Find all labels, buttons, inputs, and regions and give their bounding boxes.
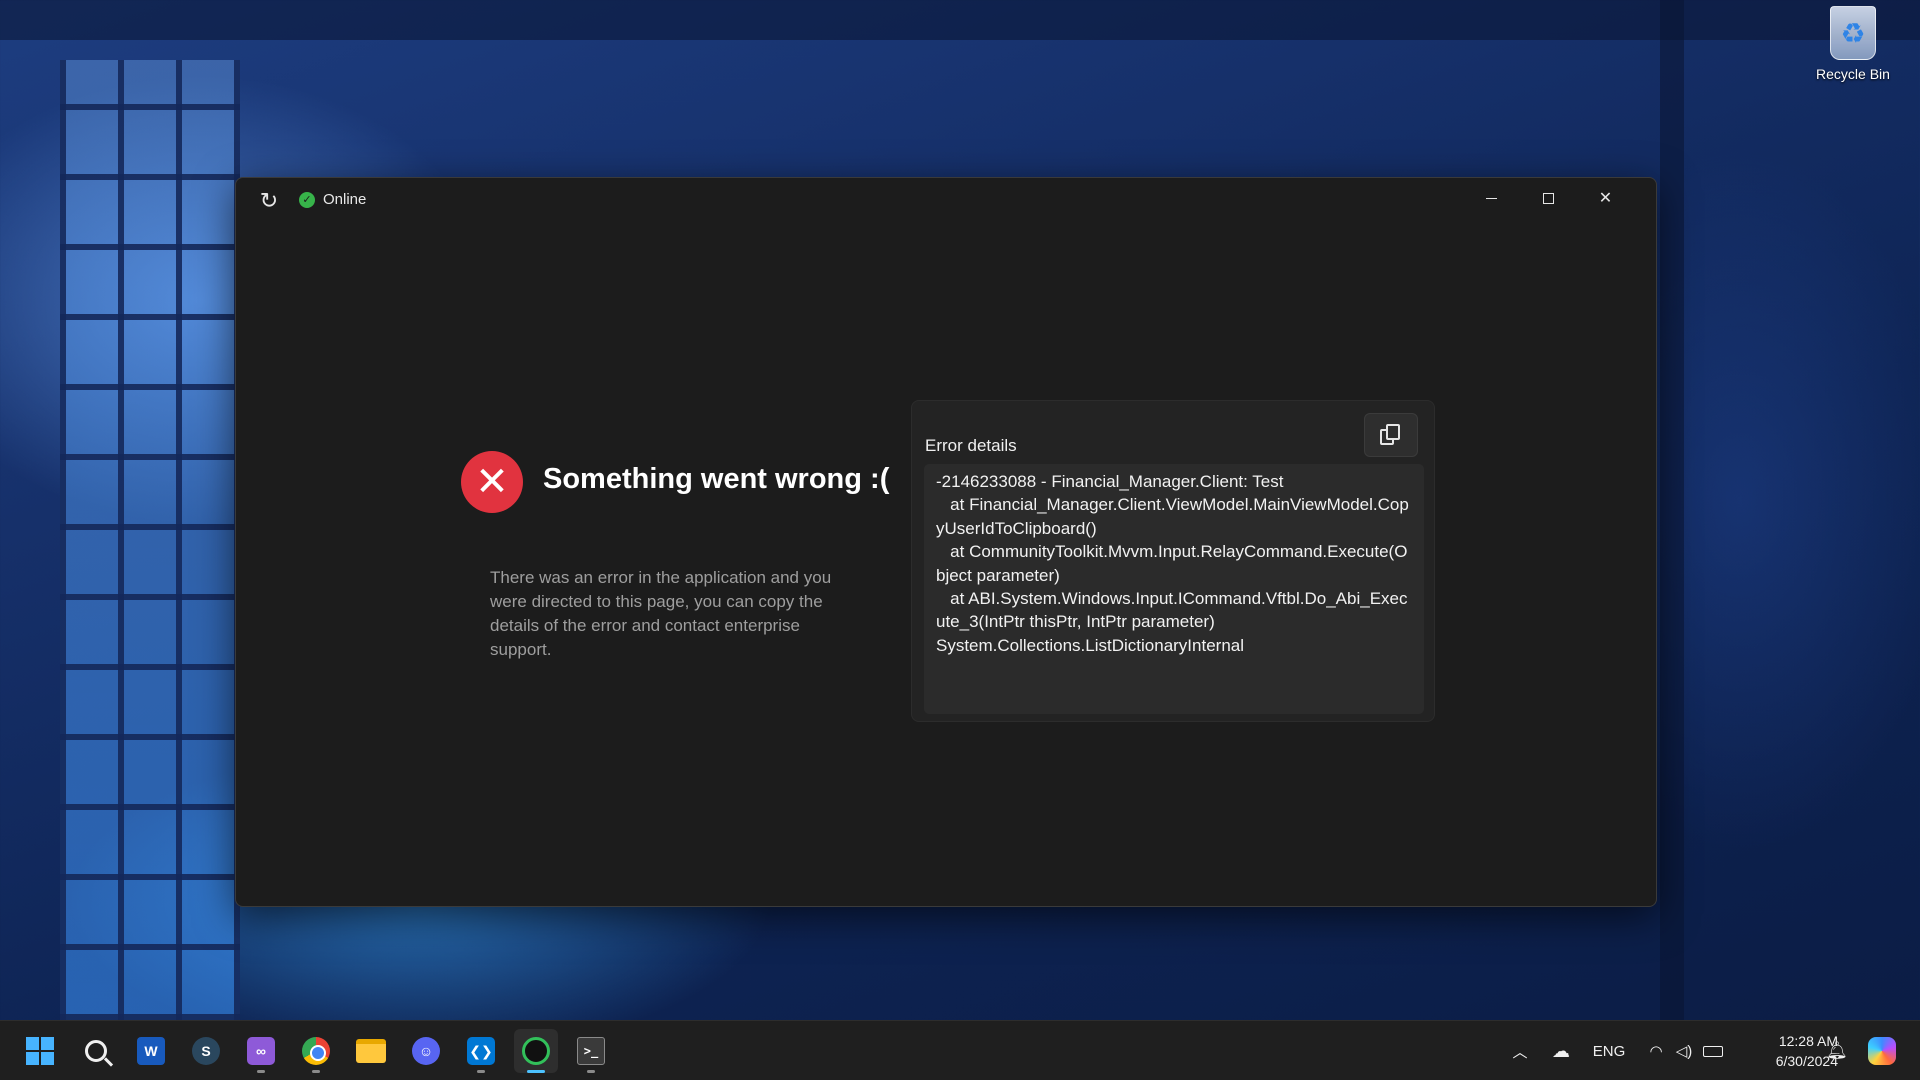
search-glyph bbox=[82, 1037, 110, 1065]
terminal-icon: >_ bbox=[577, 1037, 605, 1065]
chevron-up-icon: ︿ bbox=[1512, 1043, 1528, 1061]
wallpaper-window bbox=[60, 60, 240, 1020]
vscode-icon: ❮❯ bbox=[467, 1037, 495, 1065]
word-icon: W bbox=[137, 1037, 165, 1065]
taskbar-word[interactable]: W bbox=[129, 1029, 173, 1073]
chrome-icon bbox=[302, 1037, 330, 1065]
discord-icon: ☺ bbox=[412, 1037, 440, 1065]
battery-icon bbox=[1703, 1045, 1723, 1057]
start-button[interactable] bbox=[18, 1029, 62, 1073]
cloud-icon: ☁ bbox=[1552, 1040, 1570, 1061]
minimize-icon bbox=[1486, 197, 1497, 199]
volume-button[interactable]: ◁) bbox=[1672, 1021, 1696, 1080]
error-details-textbox[interactable]: -2146233088 - Financial_Manager.Client: … bbox=[924, 464, 1424, 714]
windows-start-icon bbox=[26, 1037, 54, 1065]
network-button[interactable]: ◠ bbox=[1644, 1021, 1668, 1080]
copy-icon bbox=[1380, 424, 1402, 446]
steam-icon: S bbox=[192, 1037, 220, 1065]
close-button[interactable]: ✕ bbox=[1577, 178, 1634, 218]
minimize-button[interactable] bbox=[1463, 178, 1520, 218]
taskbar-financial-manager[interactable] bbox=[514, 1029, 558, 1073]
taskbar-file-explorer[interactable] bbox=[349, 1029, 393, 1073]
running-indicator bbox=[257, 1070, 265, 1073]
recycle-bin-icon: ♻ bbox=[1830, 6, 1876, 60]
running-indicator bbox=[477, 1070, 485, 1073]
error-details-title: Error details bbox=[925, 436, 1017, 455]
taskbar-vscode[interactable]: ❮❯ bbox=[459, 1029, 503, 1073]
taskbar-chrome[interactable] bbox=[294, 1029, 338, 1073]
taskbar-visual-studio[interactable]: ∞ bbox=[239, 1029, 283, 1073]
desktop-recycle-bin[interactable]: ♻ Recycle Bin bbox=[1808, 6, 1898, 82]
error-icon: ✕ bbox=[461, 451, 523, 513]
running-indicator bbox=[587, 1070, 595, 1073]
running-indicator bbox=[527, 1070, 545, 1073]
refresh-icon: ↻ bbox=[259, 188, 279, 213]
app-icon bbox=[522, 1037, 550, 1065]
notifications-button[interactable]: 🔔︎ bbox=[1822, 1021, 1852, 1080]
search-icon bbox=[85, 1040, 107, 1062]
show-hidden-icons-button[interactable]: ︿ bbox=[1506, 1021, 1534, 1080]
copilot-icon bbox=[1868, 1037, 1896, 1065]
status-label: Online bbox=[323, 191, 367, 208]
error-title: Something went wrong :( bbox=[543, 463, 890, 495]
close-icon: ✕ bbox=[1598, 190, 1613, 207]
error-description: There was an error in the application an… bbox=[490, 568, 832, 659]
visual-studio-icon: ∞ bbox=[247, 1037, 275, 1065]
folder-icon bbox=[356, 1039, 386, 1063]
speaker-icon: ◁) bbox=[1675, 1043, 1693, 1060]
connection-status: ✓ Online bbox=[299, 191, 366, 208]
error-details-text: -2146233088 - Financial_Manager.Client: … bbox=[936, 472, 1409, 655]
refresh-button[interactable]: ↻ bbox=[254, 188, 284, 214]
title-bar[interactable]: ↻ ✓ Online ✕ bbox=[236, 178, 1656, 222]
copilot-button[interactable] bbox=[1864, 1021, 1900, 1080]
recycle-bin-label: Recycle Bin bbox=[1816, 66, 1890, 82]
taskbar-steam[interactable]: S bbox=[184, 1029, 228, 1073]
language-label: ENG bbox=[1592, 1042, 1626, 1060]
taskbar-terminal[interactable]: >_ bbox=[569, 1029, 613, 1073]
wallpaper-beam bbox=[1660, 0, 1684, 1020]
maximize-icon bbox=[1543, 192, 1554, 204]
bell-icon: 🔔︎ bbox=[1826, 1041, 1848, 1060]
wifi-icon: ◠ bbox=[1649, 1043, 1663, 1060]
online-check-icon: ✓ bbox=[299, 191, 315, 208]
wallpaper-beam bbox=[0, 0, 1920, 40]
search-button[interactable] bbox=[74, 1029, 118, 1073]
language-indicator[interactable]: ENG bbox=[1586, 1021, 1632, 1080]
onedrive-button[interactable]: ☁ bbox=[1546, 1021, 1576, 1080]
copy-details-button[interactable] bbox=[1364, 413, 1418, 457]
error-details-panel: Error details -2146233088 - Financial_Ma… bbox=[911, 400, 1435, 722]
maximize-button[interactable] bbox=[1520, 178, 1577, 218]
battery-button[interactable] bbox=[1700, 1021, 1726, 1080]
app-window: ↻ ✓ Online ✕ ✕ Something went wrong :( T… bbox=[235, 177, 1657, 907]
taskbar: W S ∞ ☺ ❮❯ >_ ︿ ☁ ENG ◠ ◁) 12:28 AM 6/30… bbox=[0, 1020, 1920, 1080]
running-indicator bbox=[312, 1070, 320, 1073]
taskbar-discord[interactable]: ☺ bbox=[404, 1029, 448, 1073]
